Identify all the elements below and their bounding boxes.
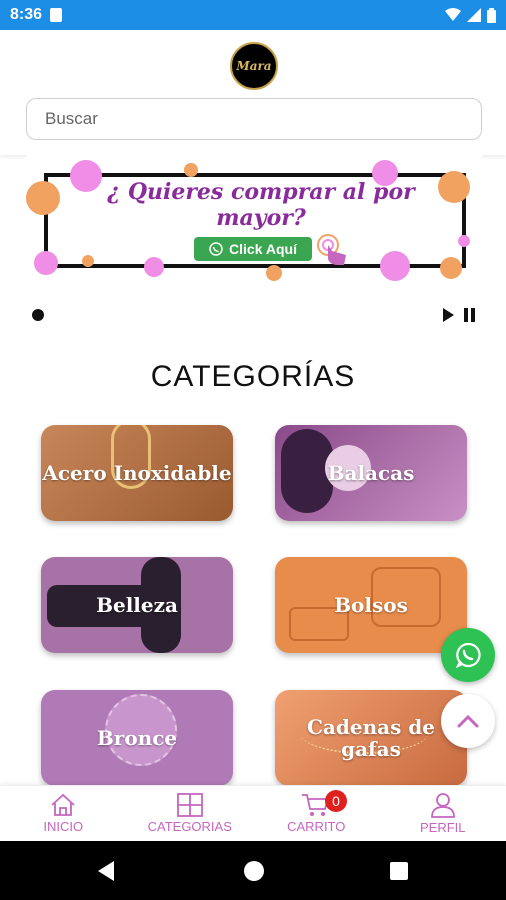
category-card-belleza[interactable]: Belleza (41, 557, 233, 653)
sim-card-icon (50, 8, 63, 22)
decor-dot (34, 251, 58, 275)
grid-icon (176, 793, 203, 817)
whatsapp-fab[interactable] (441, 628, 495, 682)
decor-dot (440, 257, 462, 279)
logo-text: Mara (236, 59, 272, 73)
recent-apps-icon[interactable] (390, 862, 408, 880)
categories-title: CATEGORÍAS (150, 360, 356, 393)
category-card-bolsos[interactable]: Bolsos (275, 557, 467, 653)
decor-dot (266, 265, 282, 281)
carousel-bullet[interactable] (32, 309, 44, 321)
status-time: 8:36 (10, 6, 43, 23)
category-label: Bronce (96, 726, 178, 750)
nav-item-inicio[interactable]: INICIO (0, 786, 127, 841)
brand-logo[interactable]: Mara (230, 42, 278, 90)
decor-dot (438, 171, 470, 203)
back-icon[interactable] (98, 861, 114, 881)
promo-banner[interactable]: ¿ Quieres comprar al por mayor? Click Aq… (26, 155, 482, 285)
category-card-bronce[interactable]: Bronce (41, 690, 233, 786)
home-button-icon[interactable] (244, 861, 264, 881)
cart-count-badge: 0 (325, 790, 347, 812)
decor-dot (458, 235, 470, 247)
status-icons (445, 7, 496, 23)
decor-dot (82, 255, 94, 267)
whatsapp-icon (209, 242, 223, 256)
category-card-acero[interactable]: Acero Inoxidable (41, 425, 233, 521)
system-navigation-bar (0, 841, 506, 900)
decor-dot (184, 163, 198, 177)
banner-cta-label: Click Aquí (229, 241, 297, 257)
app-header: Mara (0, 30, 506, 155)
nav-label: INICIO (43, 819, 84, 834)
category-label: Balacas (327, 461, 415, 485)
nav-item-perfil[interactable]: PERFIL (380, 786, 506, 841)
search-input[interactable] (26, 98, 482, 140)
pointer-hand-icon (317, 234, 346, 265)
whatsapp-icon (455, 642, 481, 668)
category-label: Cadenas de gafas (306, 715, 436, 761)
decor-dot (380, 251, 410, 281)
decor-dot (144, 257, 164, 277)
banner-cta-button[interactable]: Click Aquí (194, 237, 312, 261)
category-card-cadenas[interactable]: Cadenas de gafas (275, 690, 467, 786)
nav-label: CATEGORIAS (147, 819, 232, 834)
signal-icon (467, 8, 481, 22)
category-label: Bolsos (334, 593, 408, 617)
decor-dot (26, 181, 60, 215)
home-icon (51, 793, 75, 816)
wifi-icon (445, 8, 461, 21)
category-label: Acero Inoxidable (42, 461, 232, 485)
user-icon (430, 793, 455, 818)
status-bar: 8:36 (0, 0, 506, 30)
category-label: Belleza (96, 593, 178, 617)
pause-icon[interactable] (464, 308, 476, 322)
play-icon[interactable] (443, 308, 454, 322)
bottom-nav: INICIO CATEGORIAS CARRITO 0 PERFIL (0, 785, 506, 841)
battery-icon (487, 7, 496, 23)
nav-label: CARRITO (287, 819, 346, 834)
carousel-pager (32, 306, 476, 324)
nav-item-carrito[interactable]: CARRITO 0 (253, 786, 380, 841)
nav-item-categorias[interactable]: CATEGORIAS (127, 786, 254, 841)
nav-label: PERFIL (419, 820, 466, 835)
banner-title: ¿ Quieres comprar al por mayor? (107, 179, 415, 231)
category-card-balacas[interactable]: Balacas (275, 425, 467, 521)
